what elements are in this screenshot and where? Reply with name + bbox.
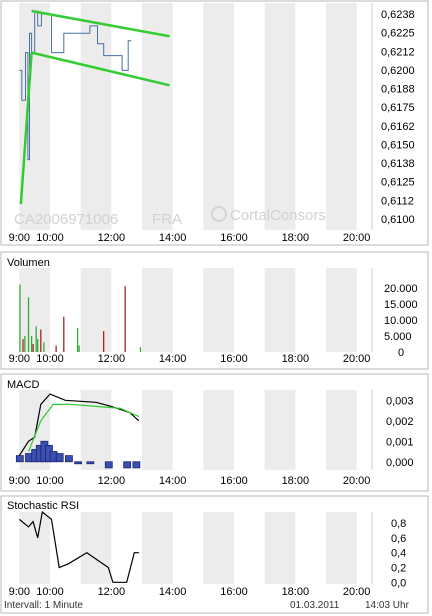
y-tick-label: 0,6112 (381, 195, 414, 207)
grid-band (326, 512, 357, 584)
exchange-label: FRA (152, 211, 182, 228)
x-tick-label: 18:00 (282, 586, 310, 598)
x-tick-label: 14:00 (159, 353, 187, 365)
y-tick-label: 0,001 (386, 436, 414, 448)
x-tick-label: 20:00 (343, 586, 371, 598)
x-tick-label: 10:00 (36, 232, 64, 244)
chart-stage: 9:00 10:00 12:00 14:00 16:00 18:00 20:00 0,6238… (0, 0, 429, 614)
x-tick-label: 16:00 (220, 475, 248, 487)
grid-band (264, 512, 296, 584)
grid-band (203, 268, 234, 352)
x-tick-label: 9:00 (9, 232, 30, 244)
macd-title: MACD (7, 379, 39, 391)
x-tick-label: 9:00 (9, 586, 30, 598)
x-tick-label: 20:00 (343, 475, 371, 487)
grid-band (326, 268, 357, 352)
x-tick-label: 16:00 (220, 353, 248, 365)
grid-band (19, 268, 50, 352)
macd-histogram-bar (65, 455, 73, 463)
y-tick-label: 0,000 (386, 457, 414, 469)
volume-panel: 9:00 10:00 12:00 14:00 16:00 18:00 20:00 Volume… (0, 251, 429, 370)
x-tick-label: 14:00 (159, 232, 187, 244)
y-tick-label: 0,002 (386, 416, 414, 428)
grid-band (203, 512, 234, 584)
date-label: 01.03.2011 (290, 600, 340, 611)
grid-band (142, 390, 173, 470)
y-tick-label: 0,6212 (381, 46, 415, 58)
grid-band (203, 390, 234, 470)
grid-band (142, 268, 173, 352)
grid-band (326, 3, 357, 230)
x-tick-label: 16:00 (220, 586, 248, 598)
x-tick-label: 18:00 (282, 232, 310, 244)
grid-band (264, 390, 296, 470)
grid-band (203, 3, 234, 230)
x-tick-label: 18:00 (282, 475, 310, 487)
y-tick-label: 0,0 (391, 577, 406, 589)
stochastic-rsi-title: Stochastic RSI (7, 500, 79, 512)
y-tick-label: 0,2 (391, 563, 406, 575)
macd-histogram-bar (132, 461, 141, 469)
x-tick-label: 10:00 (36, 475, 64, 487)
y-tick-label: 0,6100 (381, 214, 415, 226)
macd-histogram-bar (55, 453, 64, 463)
y-tick-label: 15.000 (384, 299, 418, 311)
grid-band (80, 268, 112, 352)
x-tick-label: 14:00 (159, 586, 187, 598)
y-tick-label: 0,8 (391, 518, 406, 530)
y-tick-label: 0,6 (391, 533, 406, 545)
x-tick-label: 16:00 (220, 232, 248, 244)
x-tick-label: 10:00 (36, 586, 64, 598)
x-tick-label: 20:00 (343, 232, 371, 244)
y-tick-label: 0,4 (391, 548, 406, 560)
stochastic-rsi-panel: 9:00 10:00 12:00 14:00 16:00 18:00 20:00 Stocha… (0, 495, 429, 614)
interval-label: Intervall: 1 Minute (4, 600, 83, 611)
y-tick-label: 0,6138 (381, 158, 415, 170)
time-label: 14:03 Uhr (365, 600, 410, 611)
y-tick-label: 0,6200 (381, 65, 415, 77)
x-tick-label: 9:00 (9, 475, 30, 487)
x-tick-label: 20:00 (343, 353, 371, 365)
grid-band (142, 512, 173, 584)
y-tick-label: 0,6188 (381, 84, 415, 96)
isin-label: CA2006971006 (14, 211, 118, 228)
y-tick-label: 0,003 (386, 395, 414, 407)
watermark: CortalConsors (230, 207, 326, 224)
y-tick-label: 0,6125 (381, 177, 415, 189)
grid-band (80, 512, 112, 584)
x-tick-label: 12:00 (98, 475, 126, 487)
grid-band (264, 3, 296, 230)
y-tick-label: 10.000 (384, 315, 418, 327)
macd-histogram-bar (15, 455, 24, 463)
macd-panel: 9:00 10:00 12:00 14:00 16:00 18:00 20:00 MACD 0,… (0, 373, 429, 492)
y-tick-label: 5.000 (384, 331, 412, 343)
x-tick-label: 14:00 (159, 475, 187, 487)
price-panel: 9:00 10:00 12:00 14:00 16:00 18:00 20:00 0,6238… (0, 0, 429, 246)
macd-histogram-bar (123, 461, 132, 469)
macd-histogram-bar (86, 461, 95, 465)
y-tick-label: 0 (398, 347, 404, 359)
grid-band (80, 3, 112, 230)
y-tick-label: 0,6225 (381, 28, 415, 40)
y-tick-label: 0,6162 (381, 121, 415, 133)
macd-histogram-bar (74, 461, 82, 465)
grid-band (264, 268, 296, 352)
y-tick-label: 0,6238 (381, 9, 415, 21)
macd-histogram-bar (104, 461, 113, 469)
x-tick-label: 9:00 (9, 353, 30, 365)
x-tick-label: 10:00 (36, 353, 64, 365)
x-tick-label: 12:00 (98, 353, 126, 365)
y-tick-label: 0,6175 (381, 102, 415, 114)
x-tick-label: 12:00 (98, 232, 126, 244)
volume-title: Volumen (7, 257, 50, 269)
grid-band (326, 390, 357, 470)
y-tick-label: 0,6150 (381, 139, 415, 151)
x-tick-label: 18:00 (282, 353, 310, 365)
x-tick-label: 12:00 (98, 586, 126, 598)
y-tick-label: 20.000 (384, 283, 418, 295)
